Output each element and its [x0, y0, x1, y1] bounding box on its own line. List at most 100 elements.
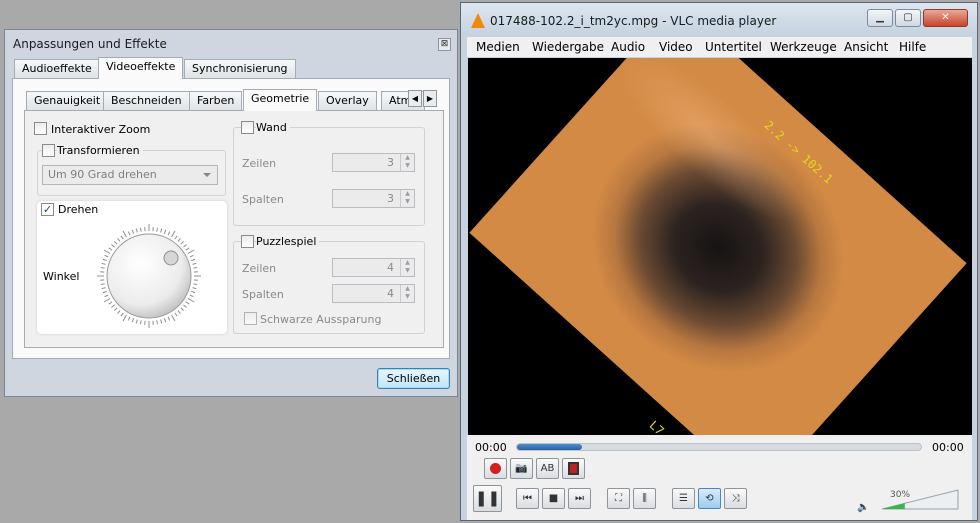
record-button[interactable] — [484, 458, 507, 479]
loop-ab-button[interactable]: AB — [536, 458, 559, 479]
menubar: Medien Wiedergabe Audio Video Untertitel… — [467, 37, 972, 57]
previous-button[interactable]: ⏮ — [516, 488, 539, 509]
black-slot-checkbox[interactable] — [244, 312, 257, 325]
dial-tick — [102, 258, 107, 262]
dial-tick — [127, 316, 131, 321]
window-close-icon[interactable]: ✕ — [923, 9, 968, 27]
fullscreen-icon: ⛶ — [615, 493, 622, 504]
menu-untertitel[interactable]: Untertitel — [705, 40, 762, 54]
dialog-close-icon[interactable]: ⊠ — [438, 38, 451, 51]
dial-tick — [167, 316, 171, 321]
camera-icon: 📷 — [515, 463, 528, 474]
tab-farben[interactable]: Farben — [189, 91, 243, 110]
dial-tick — [100, 283, 105, 286]
tab-audioeffekte[interactable]: Audioeffekte — [14, 59, 100, 78]
wall-checkbox[interactable] — [241, 121, 254, 134]
tab-overlay[interactable]: Overlay — [318, 91, 377, 110]
dial-tick — [100, 266, 105, 269]
spin-up-icon[interactable]: ▲ — [401, 285, 414, 293]
wall-label: Wand — [256, 121, 290, 134]
interactive-zoom-checkbox[interactable] — [34, 122, 47, 135]
dial-tick — [192, 262, 197, 265]
vlc-titlebar: 017488-102.2_i_tm2yc.mpg - VLC media pla… — [461, 3, 977, 36]
wall-columns-label: Spalten — [242, 193, 284, 206]
spin-down-icon[interactable]: ▼ — [401, 162, 414, 170]
video-overlay-text-bottom: L7 — [646, 418, 667, 435]
dial-tick — [113, 307, 118, 312]
spin-down-icon[interactable]: ▼ — [401, 267, 414, 275]
dial-tick — [189, 294, 194, 298]
dial-tick — [127, 231, 131, 236]
next-button[interactable]: ⏭ — [568, 488, 591, 509]
dial-tick — [156, 227, 159, 232]
playlist-icon: ☰ — [679, 493, 688, 504]
spin-up-icon[interactable]: ▲ — [401, 190, 414, 198]
dial-tick — [156, 320, 159, 325]
pause-button[interactable]: ❚❚ — [473, 485, 502, 512]
menu-wiedergabe[interactable]: Wiedergabe — [532, 40, 604, 54]
dial-tick — [122, 314, 127, 322]
snapshot-button[interactable]: 📷 — [510, 458, 533, 479]
extended-settings-button[interactable]: ⫼ — [633, 488, 656, 509]
dial-tick — [174, 235, 178, 240]
menu-hilfe[interactable]: Hilfe — [899, 40, 926, 54]
tab-geometrie[interactable]: Geometrie — [243, 89, 318, 111]
skip-back-icon: ⏮ — [523, 493, 532, 504]
dial-tick — [139, 320, 142, 325]
angle-dial[interactable] — [96, 223, 202, 329]
time-total: 00:00 — [932, 441, 964, 454]
dial-tick — [174, 312, 178, 317]
tab-synchronisierung[interactable]: Synchronisierung — [184, 59, 296, 78]
maximize-icon[interactable]: ▢ — [895, 9, 921, 27]
puzzle-rows-input[interactable]: 4 ▲ ▼ — [332, 258, 415, 277]
puzzle-columns-input[interactable]: 4 ▲ ▼ — [332, 284, 415, 303]
menu-audio[interactable]: Audio — [611, 40, 645, 54]
stop-button[interactable]: ■ — [542, 488, 565, 509]
seek-bar[interactable] — [516, 443, 922, 451]
transform-checkbox[interactable] — [42, 144, 55, 157]
spin-down-icon[interactable]: ▼ — [401, 198, 414, 206]
menu-medien[interactable]: Medien — [476, 40, 520, 54]
vlc-window-title: 017488-102.2_i_tm2yc.mpg - VLC media pla… — [490, 14, 777, 28]
puzzle-label: Puzzlespiel — [256, 235, 320, 248]
dial-tick — [187, 249, 195, 254]
dial-tick — [108, 301, 113, 305]
tab-scroll-right-icon[interactable]: ▶ — [423, 90, 437, 107]
tab-beschneiden[interactable]: Beschneiden — [103, 91, 190, 110]
wall-rows-input[interactable]: 3 ▲ ▼ — [332, 153, 415, 172]
rotate-checkbox[interactable]: ✓ — [41, 203, 54, 216]
spin-down-icon[interactable]: ▼ — [401, 293, 414, 301]
close-button[interactable]: Schließen — [377, 368, 450, 389]
vlc-window: 017488-102.2_i_tm2yc.mpg - VLC media pla… — [460, 2, 978, 521]
dial-tick — [117, 238, 121, 242]
time-elapsed: 00:00 — [475, 441, 507, 454]
transform-select[interactable]: Um 90 Grad drehen — [42, 165, 218, 185]
dial-tick — [104, 254, 109, 258]
wall-columns-value: 3 — [387, 192, 394, 205]
interactive-zoom-label: Interaktiver Zoom — [51, 123, 151, 136]
menu-video[interactable]: Video — [659, 40, 693, 54]
menu-ansicht[interactable]: Ansicht — [844, 40, 888, 54]
dial-handle-icon — [163, 250, 179, 266]
stop-icon: ■ — [548, 493, 559, 504]
wall-columns-input[interactable]: 3 ▲ ▼ — [332, 189, 415, 208]
tab-genauigkeit[interactable]: Genauigkeit — [26, 91, 109, 110]
tab-scroll-left-icon[interactable]: ◀ — [408, 90, 422, 107]
dial-tick — [163, 318, 167, 323]
spin-up-icon[interactable]: ▲ — [401, 154, 414, 162]
menu-werkzeuge[interactable]: Werkzeuge — [770, 40, 837, 54]
speaker-icon[interactable]: 🔈 — [857, 502, 869, 513]
tab-videoeffekte[interactable]: Videoeffekte — [98, 57, 184, 79]
shuffle-button[interactable]: ⤨ — [724, 488, 747, 509]
dial-tick — [193, 266, 198, 269]
fullscreen-button[interactable]: ⛶ — [607, 488, 630, 509]
puzzle-checkbox[interactable] — [241, 235, 254, 248]
frame-step-button[interactable] — [562, 458, 585, 479]
minimize-icon[interactable]: ▁ — [867, 9, 893, 27]
playlist-button[interactable]: ☰ — [672, 488, 695, 509]
loop-button[interactable]: ⟲ — [698, 488, 721, 509]
video-area[interactable]: 2.2 -> 102.1 L7 — [468, 58, 972, 435]
spin-up-icon[interactable]: ▲ — [401, 259, 414, 267]
film-frame-icon — [568, 462, 579, 475]
shuffle-icon: ⤨ — [731, 493, 740, 504]
